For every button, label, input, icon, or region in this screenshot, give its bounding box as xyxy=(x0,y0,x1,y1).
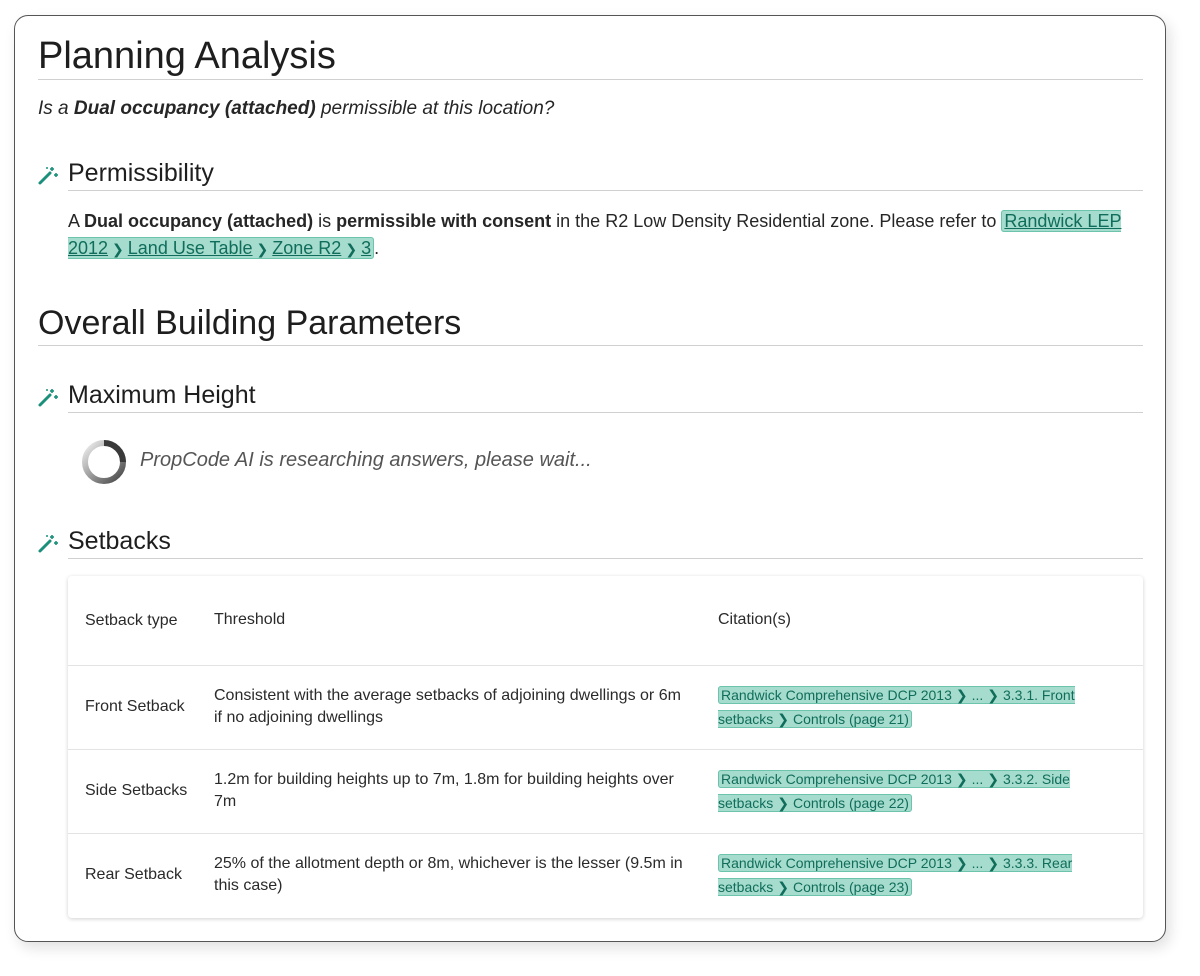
permissibility-section-header: Permissibility xyxy=(37,157,1143,191)
chevron-right-icon: ❯ xyxy=(955,687,968,703)
citation-link[interactable]: Randwick Comprehensive DCP 2013 ❯... ❯ 3.3.… xyxy=(718,770,1070,812)
citation-cell: Randwick Comprehensive DCP 2013 ❯... ❯ 3.3.… xyxy=(701,833,1143,917)
threshold-cell: Consistent with the average setbacks of … xyxy=(214,687,681,726)
chevron-right-icon: ❯ xyxy=(987,855,999,872)
citation-link[interactable]: Randwick Comprehensive DCP 2013 ❯... ❯ 3.3.… xyxy=(718,854,1073,897)
threshold-cell: 25% of the allotment depth or 8m, whiche… xyxy=(214,855,683,895)
table-row: Rear Setback 25% of the allotment depth … xyxy=(68,833,1143,917)
table-header-row: Setback type Threshold Citation(s) xyxy=(68,576,1143,665)
chevron-right-icon: ❯ xyxy=(777,711,789,727)
max-height-heading: Maximum Height xyxy=(68,379,1143,413)
chevron-right-icon: ❯ xyxy=(955,855,968,872)
setbacks-table: Setback type Threshold Citation(s) Front… xyxy=(68,576,1143,918)
table-row: Front Setback Consistent with the averag… xyxy=(68,665,1143,749)
column-header-citations: Citation(s) xyxy=(718,611,791,629)
citation-link[interactable]: Randwick Comprehensive DCP 2013 ❯... ❯ 3.3.… xyxy=(718,686,1075,728)
chevron-right-icon: ❯ xyxy=(777,879,789,896)
page-title: Planning Analysis xyxy=(38,33,1143,80)
question-use-type: Dual occupancy (attached) xyxy=(73,98,316,119)
magic-wand-icon xyxy=(38,535,58,553)
citation-cell: Randwick Comprehensive DCP 2013 ❯... ❯ 3.3.… xyxy=(701,749,1143,833)
setbacks-section-header: Setbacks xyxy=(37,525,1143,559)
magic-wand-icon xyxy=(38,389,58,407)
permissibility-status: permissible with consent xyxy=(336,211,552,231)
column-header-threshold: Threshold xyxy=(214,611,286,629)
loading-message: PropCode AI is researching answers, plea… xyxy=(140,449,592,471)
chevron-right-icon: ❯ xyxy=(256,241,269,257)
chevron-right-icon: ❯ xyxy=(777,795,789,811)
table-row: Side Setbacks 1.2m for building heights … xyxy=(68,749,1143,833)
chevron-right-icon: ❯ xyxy=(112,241,124,257)
chevron-right-icon: ❯ xyxy=(987,771,999,787)
setback-type-cell: Front Setback xyxy=(85,698,185,715)
permissibility-text: A Dual occupancy (attached) is permissib… xyxy=(68,208,1143,263)
citation-cell: Randwick Comprehensive DCP 2013 ❯... ❯ 3.3.… xyxy=(701,665,1143,749)
planning-analysis-card: Planning Analysis Is a Dual occupancy (a… xyxy=(14,15,1166,942)
max-height-section-header: Maximum Height xyxy=(37,379,1143,413)
loading-spinner-icon xyxy=(82,440,126,484)
setback-type-cell: Rear Setback xyxy=(85,866,182,884)
chevron-right-icon: ❯ xyxy=(955,771,968,787)
magic-wand-icon xyxy=(38,167,58,185)
setbacks-heading: Setbacks xyxy=(68,525,1143,559)
question-text: Is a Dual occupancy (attached) permissib… xyxy=(38,98,555,119)
threshold-cell: 1.2m for building heights up to 7m, 1.8m… xyxy=(214,771,674,810)
chevron-right-icon: ❯ xyxy=(987,687,999,703)
column-header-setback-type: Setback type xyxy=(85,611,178,629)
permissibility-heading: Permissibility xyxy=(68,157,1143,191)
overall-parameters-heading: Overall Building Parameters xyxy=(38,301,1143,346)
setback-type-cell: Side Setbacks xyxy=(85,782,188,799)
chevron-right-icon: ❯ xyxy=(345,241,358,257)
